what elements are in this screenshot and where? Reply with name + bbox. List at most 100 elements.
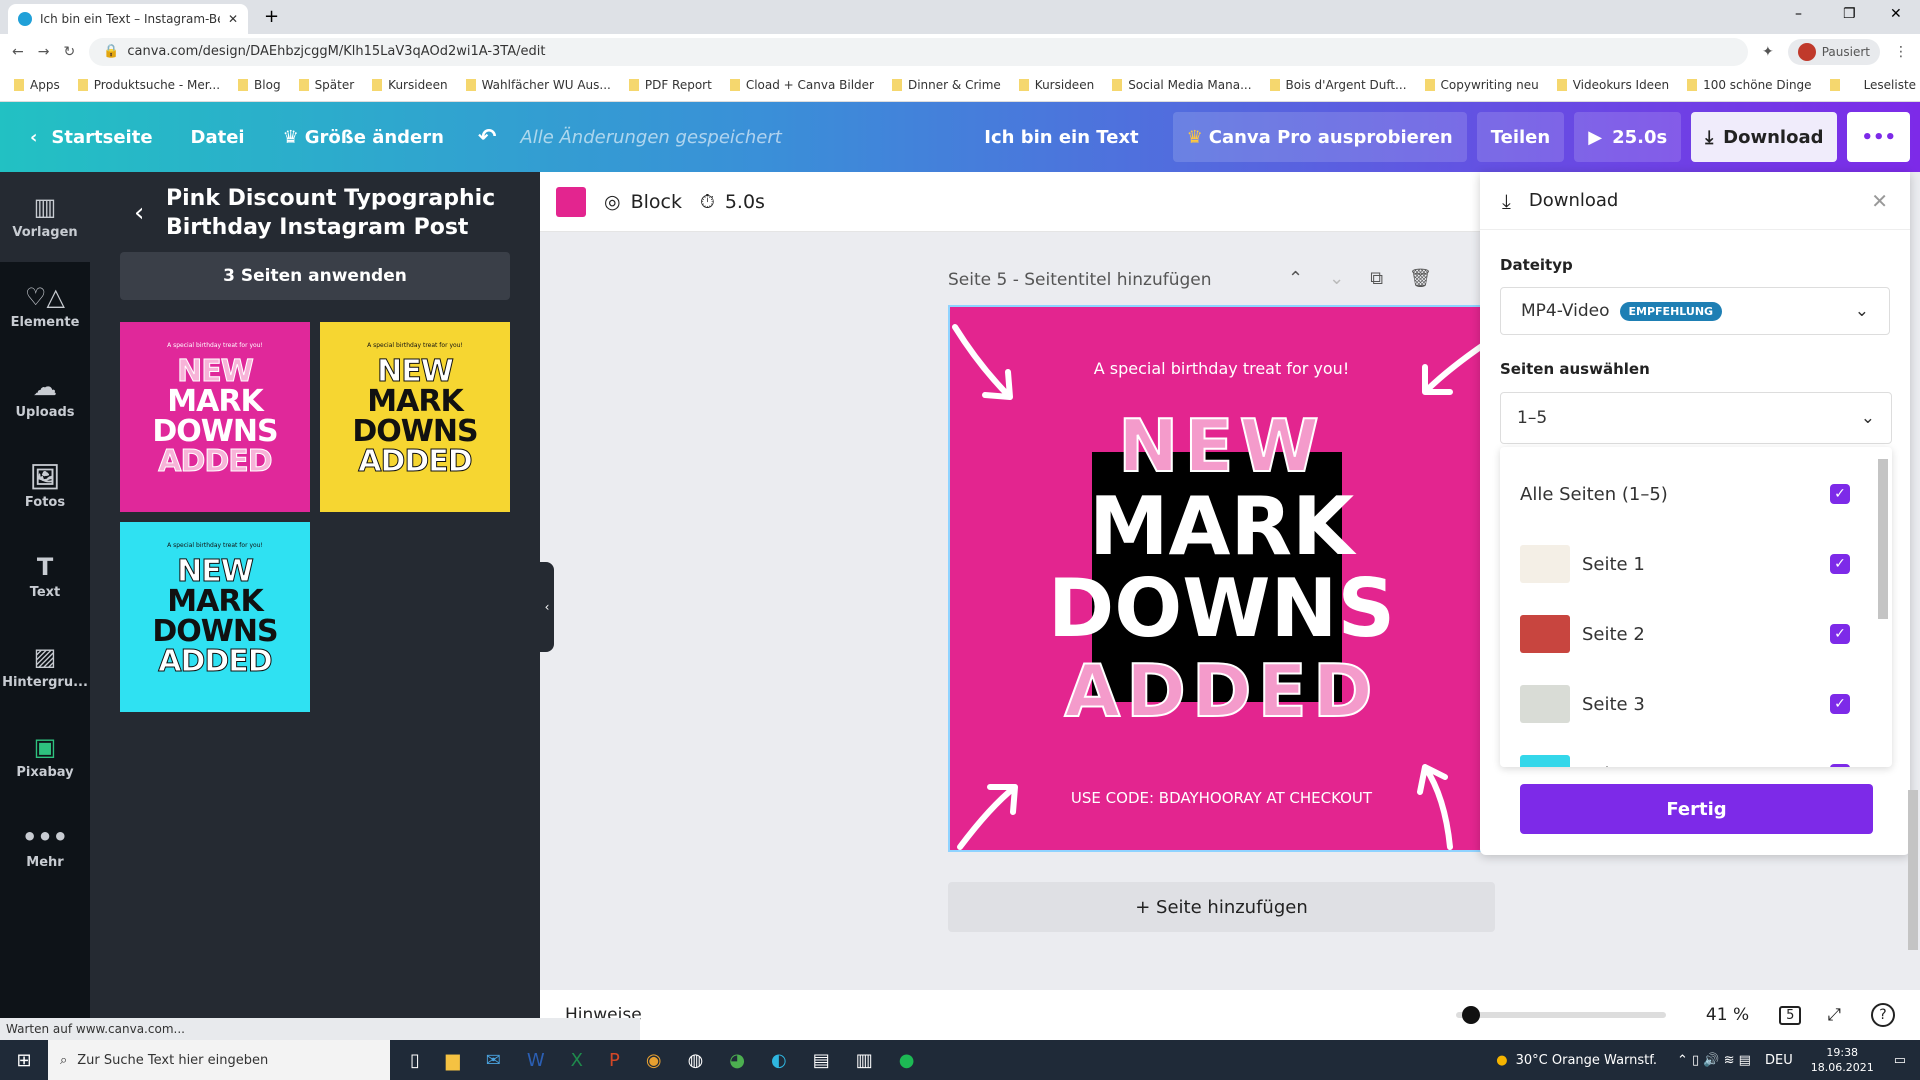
checkbox[interactable]: ✓ (1830, 554, 1850, 574)
clock-time[interactable]: 19:38 (1811, 1045, 1874, 1060)
app-icon[interactable]: ▥ (856, 1050, 873, 1071)
rail-item-fotos[interactable]: 🖼 Fotos (0, 442, 90, 532)
bookmark-item[interactable]: Apps (14, 78, 60, 92)
collapse-panel-handle[interactable]: ‹ (540, 562, 554, 652)
bookmark-item[interactable]: Produktsuche - Mer... (78, 78, 220, 92)
tray-icons[interactable]: ⌃ ▯ 🔊 ≋ ▤ (1677, 1053, 1751, 1068)
design-canvas[interactable]: A special birthday treat for you! NEW MA… (948, 305, 1495, 852)
canva-pro-button[interactable]: ♛ Canva Pro ausprobieren (1172, 112, 1467, 162)
spotify-icon[interactable]: ● (899, 1050, 915, 1071)
fullscreen-icon[interactable]: ⤢ (1827, 1005, 1841, 1025)
undo-icon[interactable]: ↶ (478, 125, 496, 150)
back-icon[interactable]: ‹ (134, 198, 144, 228)
page-option[interactable]: Seite 4✓ (1500, 739, 1870, 767)
forward-icon[interactable]: → (38, 44, 50, 60)
bookmark-item[interactable]: Copywriting neu (1425, 78, 1539, 92)
animation-button[interactable]: ◎ Block (604, 191, 682, 213)
rail-item-pixabay[interactable]: ▣ Pixabay (0, 712, 90, 802)
page-title[interactable]: Seite 5 - Seitentitel hinzufügen (948, 270, 1212, 290)
bookmark-item[interactable]: PDF Report (629, 78, 712, 92)
zoom-slider-knob[interactable] (1462, 1006, 1481, 1024)
word-icon[interactable]: W (527, 1050, 545, 1071)
rail-item-vorlagen[interactable]: ▥ Vorlagen (0, 172, 90, 262)
reading-list[interactable]: Leseliste (1864, 78, 1917, 92)
bookmark-item[interactable]: 100 schöne Dinge (1687, 78, 1812, 92)
checkbox[interactable]: ✓ (1830, 694, 1850, 714)
delete-page-icon[interactable]: 🗑 (1409, 268, 1432, 289)
checkbox[interactable]: ✓ (1830, 764, 1850, 767)
done-button[interactable]: Fertig (1520, 784, 1873, 834)
design-title[interactable]: Ich bin ein Text (970, 112, 1152, 162)
bookmark-item[interactable]: Bois d'Argent Duft... (1270, 78, 1407, 92)
task-view-icon[interactable]: ▯ (410, 1050, 420, 1071)
maximize-icon[interactable]: ❐ (1843, 6, 1856, 22)
help-icon[interactable]: ? (1871, 1003, 1895, 1027)
app-icon[interactable]: ▤ (813, 1050, 830, 1071)
bookmark-item[interactable]: Videokurs Ideen (1557, 78, 1669, 92)
bookmark-item[interactable]: Kursideen (372, 78, 447, 92)
bookmark-item[interactable]: Wahlfächer WU Aus... (466, 78, 611, 92)
reload-icon[interactable]: ↻ (63, 44, 75, 60)
app-icon[interactable]: ◉ (646, 1050, 662, 1071)
canvas-scrollbar[interactable] (1908, 790, 1918, 950)
notifications-icon[interactable]: ▭ (1894, 1053, 1906, 1068)
back-icon[interactable]: ← (12, 44, 24, 60)
resize-button[interactable]: ♛ Größe ändern (269, 112, 458, 162)
color-swatch[interactable] (556, 186, 586, 217)
windows-start-icon[interactable]: ⊞ (0, 1050, 48, 1071)
rail-item-text[interactable]: T Text (0, 532, 90, 622)
bookmark-item[interactable]: Dinner & Crime (892, 78, 1001, 92)
rail-item-hintergru[interactable]: ▨ Hintergru... (0, 622, 90, 712)
apply-pages-button[interactable]: 3 Seiten anwenden (120, 252, 510, 300)
menu-icon[interactable]: ⋮ (1894, 44, 1908, 60)
add-page-button[interactable]: + Seite hinzufügen (948, 882, 1495, 932)
page-option[interactable]: Seite 1 ✓ (1500, 529, 1870, 599)
rail-item-uploads[interactable]: ☁ Uploads (0, 352, 90, 442)
bookmark-item[interactable]: Blog (238, 78, 281, 92)
file-button[interactable]: Datei (177, 112, 259, 162)
checkbox[interactable]: ✓ (1830, 484, 1850, 504)
profile-button[interactable]: Pausiert (1787, 38, 1880, 65)
weather-text[interactable]: 30°C Orange Warnstf. (1516, 1053, 1657, 1068)
url-input[interactable]: 🔒 canva.com/design/DAEhbzjcggM/Klh15LaV3q… (89, 37, 1748, 66)
home-button[interactable]: ‹ Startseite (16, 112, 167, 162)
bookmark-item[interactable]: Später (299, 78, 355, 92)
rail-item-mehr[interactable]: ••• Mehr (0, 802, 90, 892)
bookmark-item[interactable]: Social Media Mana... (1112, 78, 1251, 92)
chrome-icon[interactable]: ◕ (729, 1050, 745, 1071)
play-button[interactable]: ▶ 25.0s (1574, 112, 1682, 162)
mail-icon[interactable]: ✉ (486, 1050, 501, 1071)
powerpoint-icon[interactable]: P (609, 1050, 620, 1071)
zoom-level[interactable]: 41 % (1706, 1005, 1749, 1025)
taskbar-search[interactable]: ⌕ Zur Suche Text hier eingeben (48, 1040, 390, 1080)
clock-date[interactable]: 18.06.2021 (1811, 1060, 1874, 1075)
page-option[interactable]: Alle Seiten (1–5) ✓ (1500, 459, 1870, 529)
close-window-icon[interactable]: ✕ (1890, 6, 1902, 22)
filetype-select[interactable]: MP4-Video EMPFEHLUNG ⌄ (1500, 287, 1890, 335)
move-up-icon[interactable]: ⌃ (1288, 268, 1303, 289)
language-indicator[interactable]: DEU (1765, 1053, 1793, 1068)
dropdown-scrollbar[interactable] (1878, 459, 1888, 619)
new-tab-icon[interactable]: + (264, 6, 279, 27)
more-button[interactable]: ••• (1847, 112, 1910, 162)
share-button[interactable]: Teilen (1476, 112, 1565, 162)
browser-tab[interactable]: Ich bin ein Text – Instagram-Beit ✕ (8, 4, 248, 34)
edge-icon[interactable]: ◐ (771, 1050, 787, 1071)
extensions-icon[interactable]: ✦ (1762, 44, 1774, 60)
duplicate-page-icon[interactable]: ⧉ (1370, 268, 1383, 289)
minimize-icon[interactable]: – (1795, 6, 1802, 22)
rail-item-elemente[interactable]: ♡△ Elemente (0, 262, 90, 352)
template-thumb-cyan[interactable]: A special birthday treat for you! NEW MARK… (120, 522, 310, 712)
template-thumb-pink[interactable]: A special birthday treat for you! NEW MARK… (120, 322, 310, 512)
bookmark-item[interactable]: Cload + Canva Bilder (730, 78, 874, 92)
zoom-slider[interactable] (1455, 1006, 1666, 1024)
duration-button[interactable]: ⏱ 5.0s (700, 191, 765, 213)
bookmark-item[interactable]: Kursideen (1019, 78, 1094, 92)
page-option[interactable]: Seite 2 ✓ (1500, 599, 1870, 669)
page-count-button[interactable]: 5 (1779, 1005, 1802, 1025)
excel-icon[interactable]: X (571, 1050, 583, 1071)
pages-select[interactable]: 1–5 ⌄ (1500, 392, 1892, 444)
template-thumb-yellow[interactable]: A special birthday treat for you! NEW MARK… (320, 322, 510, 512)
download-button[interactable]: ⤓ Download (1691, 112, 1838, 162)
obs-icon[interactable]: ◍ (688, 1050, 704, 1071)
